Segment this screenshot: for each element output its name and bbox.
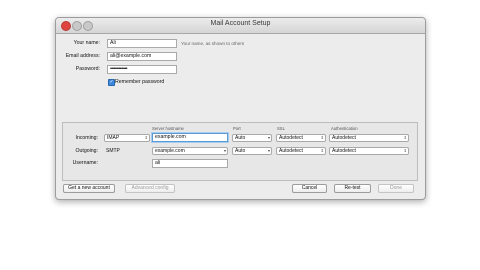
incoming-protocol-select[interactable]: IMAP ⇕ xyxy=(104,134,150,142)
your-name-label: Your name: xyxy=(73,40,100,46)
outgoing-label: Outgoing: xyxy=(75,148,99,154)
check-icon: ✓ xyxy=(109,78,114,85)
updown-arrows-icon: ⇕ xyxy=(320,148,324,153)
chevron-down-icon: ▾ xyxy=(267,148,270,153)
incoming-ssl-value: Autodetect xyxy=(279,135,303,141)
email-address-label: Email address: xyxy=(65,53,100,59)
updown-arrows-icon: ⇕ xyxy=(403,148,407,153)
remember-password-label: Remember password xyxy=(115,79,165,85)
incoming-ssl-select[interactable]: Autodetect ⇕ xyxy=(276,134,326,142)
incoming-auth-select[interactable]: Autodetect ⇕ xyxy=(329,134,409,142)
your-name-field[interactable]: Ali xyxy=(107,39,177,48)
ssl-header: SSL xyxy=(277,126,285,131)
updown-arrows-icon: ⇕ xyxy=(320,135,324,140)
window-title: Mail Account Setup xyxy=(210,20,271,27)
your-name-hint: Your name, as shown to others xyxy=(181,41,245,46)
outgoing-auth-select[interactable]: Autodetect ⇕ xyxy=(329,147,409,155)
get-new-account-button[interactable]: Get a new account xyxy=(63,184,115,193)
authentication-header: Authentication xyxy=(331,126,358,131)
incoming-hostname-field[interactable]: example.com xyxy=(152,133,228,142)
outgoing-port-select[interactable]: Auto ▾ xyxy=(232,147,272,155)
chevron-down-icon: ▾ xyxy=(267,135,270,140)
outgoing-hostname-select[interactable]: example.com ▾ xyxy=(152,147,228,155)
mail-account-setup-window: Mail Account Setup Your name: Ali Your n… xyxy=(55,17,426,200)
title-bar: Mail Account Setup xyxy=(56,18,425,34)
server-hostname-header: Server hostname xyxy=(152,126,184,131)
outgoing-protocol-value: SMTP xyxy=(106,148,120,154)
password-field[interactable]: •••••••••••••• xyxy=(107,65,177,74)
incoming-port-value: Auto xyxy=(235,135,246,141)
outgoing-ssl-select[interactable]: Autodetect ⇕ xyxy=(276,147,326,155)
username-label: Username: xyxy=(72,160,98,166)
updown-arrows-icon: ⇕ xyxy=(403,135,407,140)
password-label: Password: xyxy=(75,66,100,72)
incoming-protocol-value: IMAP xyxy=(107,135,120,141)
outgoing-port-value: Auto xyxy=(235,148,246,154)
outgoing-ssl-value: Autodetect xyxy=(279,148,303,154)
remember-password-checkbox[interactable]: ✓ xyxy=(108,79,115,86)
outgoing-auth-value: Autodetect xyxy=(332,148,356,154)
email-address-field[interactable]: ali@example.com xyxy=(107,52,177,61)
advanced-config-button[interactable]: Advanced config xyxy=(125,184,175,193)
incoming-port-select[interactable]: Auto ▾ xyxy=(232,134,272,142)
port-header: Port xyxy=(233,126,241,131)
outgoing-hostname-value: example.com xyxy=(155,148,185,154)
chevron-down-icon: ▾ xyxy=(223,148,226,153)
done-button[interactable]: Done xyxy=(378,184,414,193)
server-settings-panel: Server hostname Port SSL Authentication … xyxy=(62,122,418,181)
updown-arrows-icon: ⇕ xyxy=(144,135,148,140)
cancel-button[interactable]: Cancel xyxy=(292,184,327,193)
incoming-label: Incoming: xyxy=(75,135,99,141)
incoming-auth-value: Autodetect xyxy=(332,135,356,141)
retest-button[interactable]: Re-test xyxy=(334,184,371,193)
username-field[interactable]: ali xyxy=(152,159,228,168)
